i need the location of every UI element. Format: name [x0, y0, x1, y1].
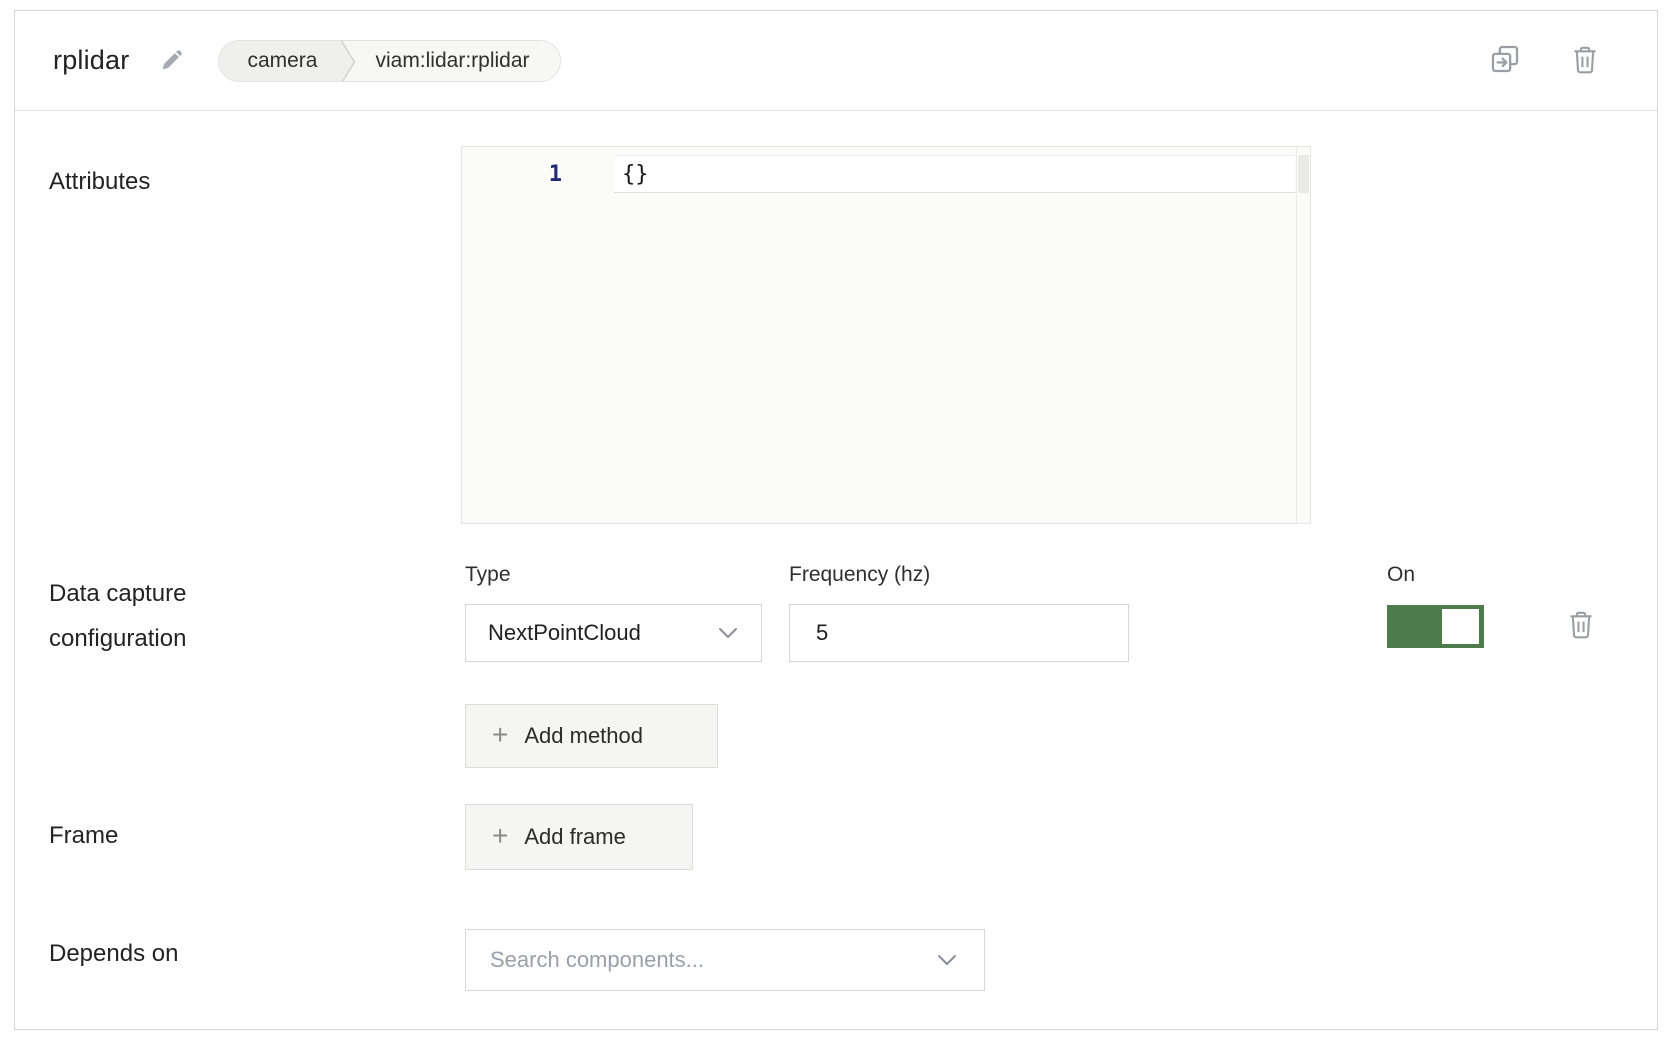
capture-toggle-label: On: [1387, 563, 1415, 587]
attributes-code-editor[interactable]: 1 {}: [461, 146, 1311, 524]
add-method-label: Add method: [524, 723, 643, 749]
component-name: rplidar: [53, 45, 129, 76]
capture-frequency-label: Frequency (hz): [789, 563, 930, 587]
capture-type-label: Type: [465, 563, 511, 587]
depends-on-search-input[interactable]: [466, 930, 936, 990]
duplicate-icon: [1489, 43, 1521, 78]
editor-scrollbar[interactable]: [1296, 147, 1310, 523]
badge-separator-chevron: [341, 41, 361, 81]
plus-icon: +: [492, 822, 508, 850]
pencil-icon: [159, 46, 186, 76]
depends-on-label: Depends on: [49, 931, 178, 976]
duplicate-component-button[interactable]: [1489, 43, 1521, 78]
type-badge: camera: [219, 41, 341, 81]
depends-on-combobox[interactable]: [465, 929, 985, 991]
model-badge: viam:lidar:rplidar: [361, 41, 559, 81]
rename-button[interactable]: [159, 46, 186, 76]
chevron-down-icon[interactable]: [936, 953, 984, 967]
type-model-badge: camera viam:lidar:rplidar: [218, 40, 560, 82]
chevron-down-icon: [717, 620, 739, 646]
delete-capture-method-button[interactable]: [1567, 609, 1595, 643]
card-header: rplidar camera viam:lidar:rplidar: [15, 11, 1657, 111]
attributes-label: Attributes: [49, 159, 150, 204]
editor-scrollbar-thumb[interactable]: [1298, 155, 1309, 193]
add-frame-button[interactable]: + Add frame: [465, 804, 693, 870]
toggle-knob: [1442, 609, 1479, 644]
delete-component-button[interactable]: [1571, 44, 1599, 78]
frame-label: Frame: [49, 813, 118, 858]
plus-icon: +: [492, 721, 508, 749]
data-capture-label: Data capture configuration: [49, 571, 409, 661]
capture-on-toggle[interactable]: [1387, 605, 1484, 648]
capture-type-select[interactable]: NextPointCloud: [465, 604, 762, 662]
capture-frequency-input[interactable]: [789, 604, 1129, 662]
capture-type-value: NextPointCloud: [488, 620, 641, 646]
trash-icon: [1571, 44, 1599, 78]
editor-line-number: 1: [462, 156, 562, 194]
trash-icon: [1567, 609, 1595, 643]
add-method-button[interactable]: + Add method: [465, 704, 718, 768]
component-config-card: rplidar camera viam:lidar:rplidar: [14, 10, 1658, 1030]
add-frame-label: Add frame: [524, 824, 626, 850]
editor-code-line[interactable]: {}: [614, 155, 1295, 193]
